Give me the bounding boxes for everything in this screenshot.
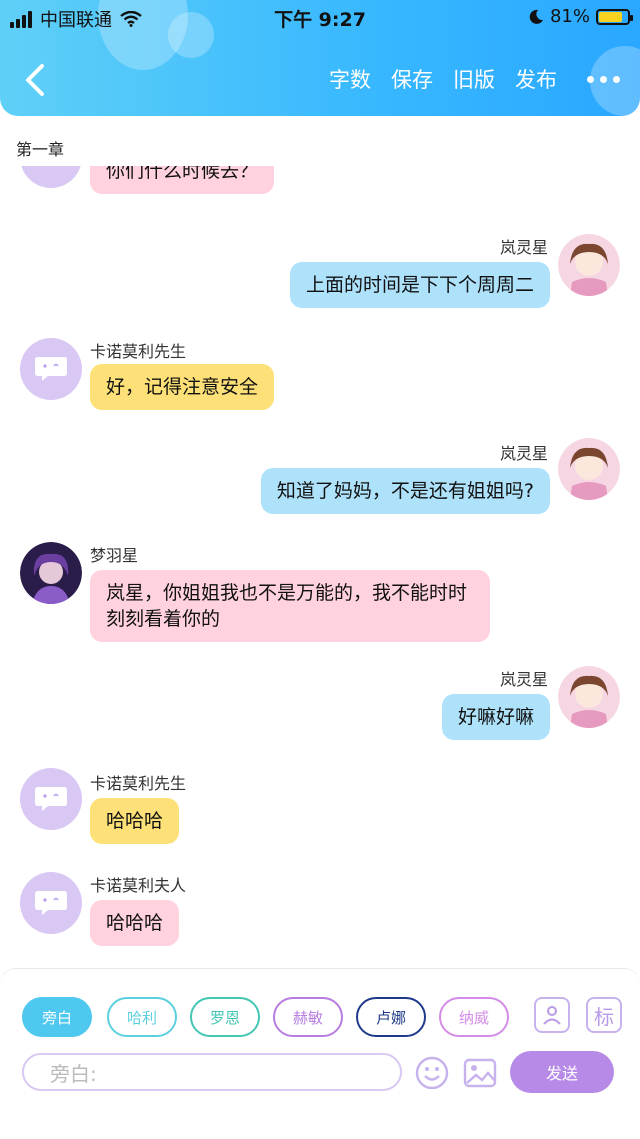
battery-fill [599, 11, 622, 22]
character-chip[interactable]: 哈利 [107, 997, 177, 1037]
tag-button[interactable]: 标 [586, 997, 622, 1033]
compose-panel: 旁白 哈利 罗恩 赫敏 卢娜 纳威 标 旁白: 发送 [0, 968, 640, 1139]
chapter-title: 第一章 [16, 140, 65, 159]
send-button[interactable]: 发送 [510, 1051, 614, 1093]
moon-icon [529, 9, 543, 24]
sender-name: 卡诺莫利先生 [90, 342, 187, 361]
image-icon[interactable] [462, 1055, 498, 1091]
chat-bubble-icon [35, 787, 67, 811]
more-icon[interactable] [587, 75, 620, 83]
status-bar: 中国联通 下午 9:27 81% [0, 0, 640, 36]
avatar[interactable] [20, 872, 82, 934]
chat-bubble-icon [35, 357, 67, 381]
old-version-button[interactable]: 旧版 [453, 64, 495, 94]
sender-name: 岚灵星 [499, 670, 548, 689]
battery-percent: 81% [549, 6, 590, 27]
message-bubble[interactable]: 好嘛好嘛 [441, 694, 550, 740]
chat-bubble-icon [35, 891, 67, 915]
sender-name: 岚灵星 [499, 444, 548, 463]
message-bubble[interactable]: 哈哈哈 [90, 798, 180, 844]
message-bubble[interactable]: 岚星，你姐姐我也不是万能的，我不能时时刻刻看着你的 [90, 570, 490, 642]
message-input[interactable]: 旁白: [22, 1053, 402, 1091]
sender-name: 卡诺莫利夫人 [90, 876, 187, 895]
avatar[interactable] [20, 338, 82, 400]
avatar[interactable] [558, 234, 620, 296]
message-bubble[interactable]: 好，记得注意安全 [90, 364, 275, 410]
sender-name: 梦羽星 [90, 546, 139, 565]
avatar[interactable] [558, 438, 620, 500]
message-bubble[interactable]: 上面的时间是下下个周周二 [289, 262, 550, 308]
chat-area[interactable]: 你们什么时候去？ 岚灵星 上面的时间是下下个周周二 卡诺莫利先生 好，记得注意安… [0, 166, 640, 966]
avatar[interactable] [20, 542, 82, 604]
character-chip[interactable]: 纳威 [439, 997, 509, 1037]
message-bubble[interactable]: 你们什么时候去？ [90, 166, 275, 194]
word-count-button[interactable]: 字数 [329, 64, 371, 94]
sender-name: 卡诺莫利先生 [90, 774, 187, 793]
top-header: 中国联通 下午 9:27 81% 字数 保存 旧版 发布 [0, 0, 640, 116]
publish-button[interactable]: 发布 [515, 64, 557, 94]
avatar[interactable] [20, 166, 82, 188]
avatar[interactable] [558, 666, 620, 728]
add-character-icon[interactable] [534, 997, 570, 1033]
character-chip[interactable]: 卢娜 [356, 997, 426, 1037]
character-chip[interactable]: 罗恩 [190, 997, 260, 1037]
message-bubble[interactable]: 知道了妈妈，不是还有姐姐吗? [260, 468, 550, 514]
character-chip-narrator[interactable]: 旁白 [22, 997, 92, 1037]
header-nav: 字数 保存 旧版 发布 [329, 64, 620, 94]
save-button[interactable]: 保存 [391, 64, 433, 94]
avatar[interactable] [20, 768, 82, 830]
character-chip[interactable]: 赫敏 [273, 997, 343, 1037]
back-arrow-icon[interactable] [22, 62, 48, 98]
sender-name: 岚灵星 [499, 238, 548, 257]
message-bubble[interactable]: 哈哈哈 [90, 900, 180, 946]
battery-icon [596, 8, 633, 25]
emoji-icon[interactable] [414, 1055, 450, 1091]
